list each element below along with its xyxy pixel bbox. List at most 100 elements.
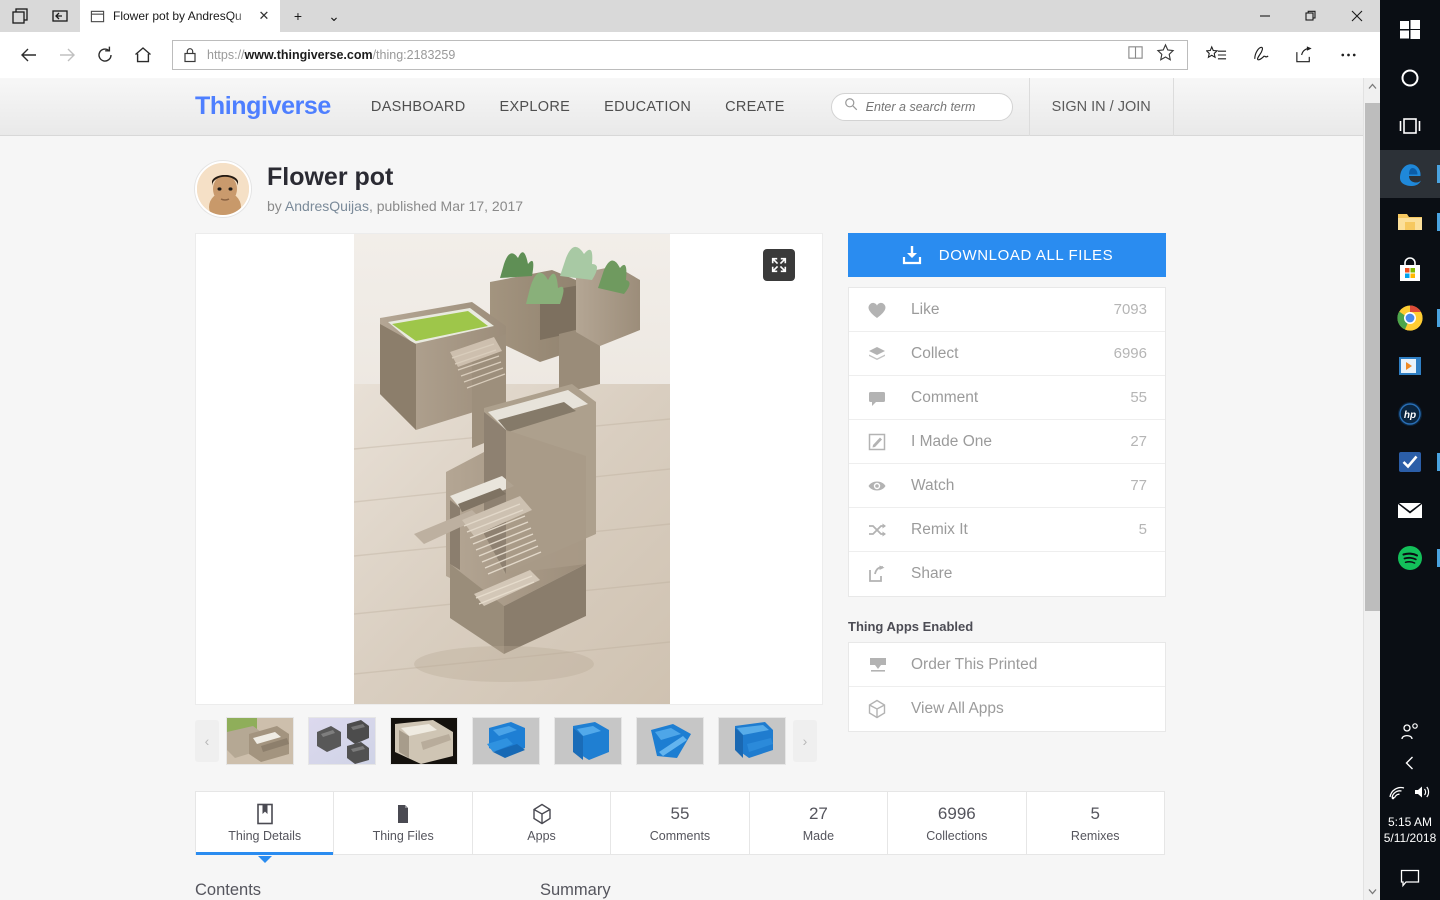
home-button[interactable] [124,36,162,74]
clock-date: 5/11/2018 [1383,831,1437,845]
set-tabs-aside-icon[interactable] [0,0,40,32]
tab-label: Remixes [1070,828,1120,843]
microsoft-store-icon[interactable] [1380,246,1440,294]
movies-tv-icon[interactable] [1380,342,1440,390]
wifi-icon[interactable] [1388,784,1407,805]
action-i-made-one[interactable]: I Made One 27 [849,420,1165,464]
tab-close-icon[interactable]: ✕ [254,8,274,24]
start-button[interactable] [1380,6,1440,54]
url-host: www.thingiverse.com [244,48,373,62]
byline-prefix: by [267,197,285,214]
notification-icon[interactable] [1380,856,1440,900]
thumb-blue-render-1[interactable] [472,717,540,765]
chevron-up-icon[interactable] [1380,748,1440,778]
action-count: 5 [1138,521,1147,538]
taskbar-clock[interactable]: 5:15 AM 5/11/2018 [1380,810,1440,856]
tab-title: Flower pot by AndresQu [113,9,242,23]
nav-link-explore[interactable]: EXPLORE [499,99,570,115]
action-watch[interactable]: Watch 77 [849,464,1165,508]
nav-link-dashboard[interactable]: DASHBOARD [371,99,466,115]
thumbnails-next-button[interactable]: › [793,720,817,762]
thumb-blue-render-2[interactable] [554,717,622,765]
tab-dropdown-icon[interactable]: ⌄ [316,0,352,32]
download-all-files-button[interactable]: DOWNLOAD ALL FILES [848,233,1166,277]
thing-title: Flower pot [267,163,394,192]
comment-icon [867,389,911,407]
minimize-button[interactable] [1242,0,1288,32]
checkmark-app-icon[interactable] [1380,438,1440,486]
back-button[interactable] [10,36,48,74]
site-search[interactable] [830,92,1013,121]
action-collect[interactable]: Collect 6996 [849,332,1165,376]
scroll-up-arrow[interactable] [1364,78,1380,95]
restore-button[interactable] [1288,0,1334,32]
thumbnails-prev-button[interactable]: ‹ [195,720,219,762]
page-scrollbar[interactable] [1363,78,1380,900]
edge-icon[interactable] [1380,150,1440,198]
author-avatar[interactable] [195,161,251,217]
tab-remixes[interactable]: 5 Remixes [1026,792,1164,854]
new-tab-button[interactable]: + [280,0,316,32]
hp-icon[interactable]: hp [1380,390,1440,438]
expand-image-button[interactable] [763,249,795,281]
hub-icon[interactable] [1194,36,1238,74]
people-icon[interactable] [1380,716,1440,748]
main-image-card [195,233,823,705]
search-input[interactable] [865,99,1000,114]
scrollbar-thumb[interactable] [1365,103,1380,611]
main-image[interactable] [354,234,670,704]
share-icon[interactable] [1282,36,1326,74]
tab-made[interactable]: 27 Made [749,792,889,854]
action-comment[interactable]: Comment 55 [849,376,1165,420]
page-content: Flower pot by AndresQuijas, published Ma… [0,136,1380,900]
action-label: I Made One [911,432,992,450]
nav-link-create[interactable]: CREATE [725,99,785,115]
add-favorite-icon[interactable] [1156,43,1175,67]
more-icon[interactable] [1326,36,1370,74]
url-path: /thing:2183259 [372,48,456,62]
download-all-files-label: DOWNLOAD ALL FILES [938,246,1114,264]
sign-in-join-button[interactable]: SIGN IN / JOIN [1028,78,1174,136]
browser-tab[interactable]: Flower pot by AndresQu ✕ [80,0,280,32]
action-like[interactable]: Like 7093 [849,288,1165,332]
author-link[interactable]: AndresQuijas [285,198,369,214]
task-view-icon[interactable] [1380,102,1440,150]
chrome-icon[interactable] [1380,294,1440,342]
tray-status-icons [1380,778,1440,810]
app-view-all-apps[interactable]: View All Apps [849,687,1165,731]
refresh-button[interactable] [86,36,124,74]
notes-icon[interactable] [1238,36,1282,74]
tab-apps[interactable]: Apps [472,792,612,854]
tab-collections[interactable]: 6996 Collections [888,792,1027,854]
mail-icon[interactable] [1380,486,1440,534]
collect-icon [867,345,911,363]
thing-actions: Like 7093 Collect 6996 Comment 55 I Made… [848,287,1166,597]
app-order-this-printed[interactable]: Order This Printed [849,643,1165,687]
spotify-icon[interactable] [1380,534,1440,582]
thumb-dark-photo[interactable] [390,717,458,765]
details-sections: Contents Summary [195,881,1165,900]
forward-button[interactable] [48,36,86,74]
thingiverse-logo[interactable]: Thingiverse [195,92,331,121]
file-explorer-icon[interactable] [1380,198,1440,246]
thumb-concrete-pots[interactable] [226,717,294,765]
scroll-down-arrow[interactable] [1364,883,1380,900]
tabs-you-set-aside-icon[interactable] [40,0,80,32]
address-bar[interactable]: https://www.thingiverse.com/thing:218325… [172,40,1188,70]
tab-thing-files[interactable]: Thing Files [334,792,473,854]
reading-view-icon[interactable] [1127,44,1144,66]
thumb-blue-render-4[interactable] [718,717,786,765]
volume-icon[interactable] [1413,784,1432,805]
tab-comments[interactable]: 55 Comments [611,792,750,854]
cortana-search-icon[interactable] [1380,54,1440,102]
action-share[interactable]: Share [849,552,1165,596]
close-button[interactable] [1334,0,1380,32]
action-remix-it[interactable]: Remix It 5 [849,508,1165,552]
nav-link-education[interactable]: EDUCATION [604,99,691,115]
site-navigation: Thingiverse DASHBOARD EXPLORE EDUCATION … [0,78,1380,136]
thumb-gray-render-group[interactable] [308,717,376,765]
tab-thing-details[interactable]: Thing Details [196,792,335,863]
thing-header: Flower pot by AndresQuijas, published Ma… [195,136,1380,217]
action-count: 77 [1130,477,1147,494]
thumb-blue-render-3[interactable] [636,717,704,765]
